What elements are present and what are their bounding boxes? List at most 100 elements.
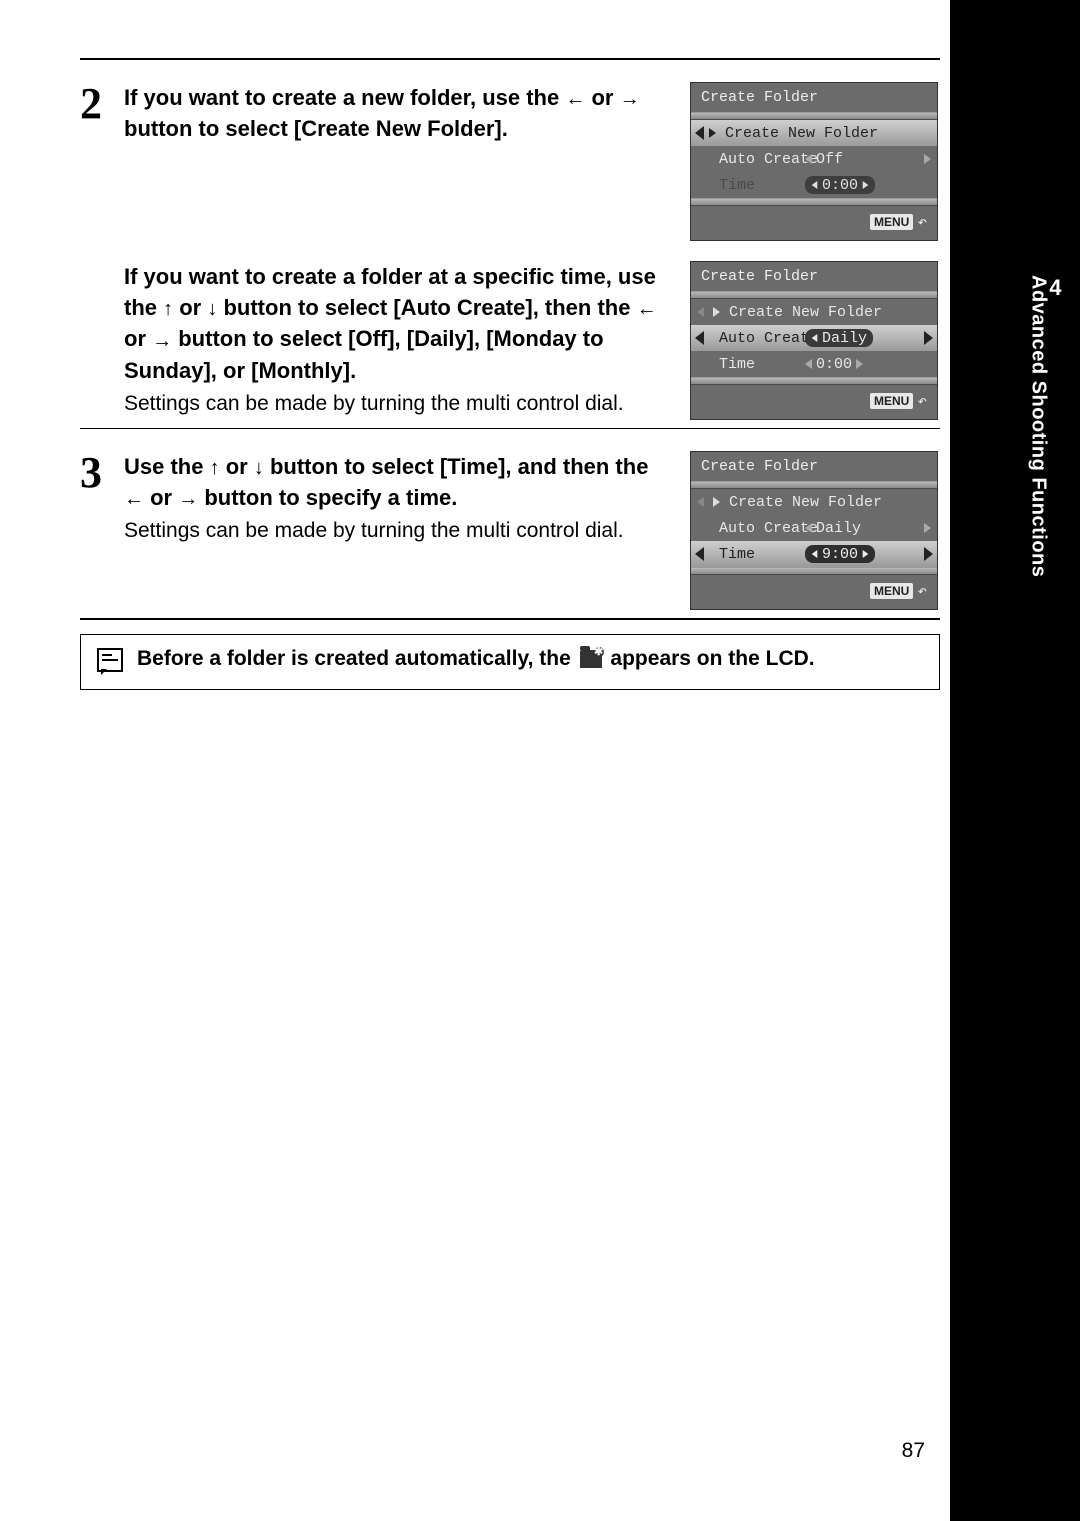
- step-number: 3: [80, 451, 124, 495]
- cam-bar: [691, 112, 937, 120]
- left-nav-icon: [695, 126, 704, 140]
- right-arrow-icon: →: [152, 331, 172, 351]
- auto-pill: Daily: [805, 329, 873, 347]
- left-nav-icon: [695, 547, 704, 561]
- cam-bar: [691, 198, 937, 206]
- cam-title: Create Folder: [691, 83, 937, 112]
- step-body: If you want to create a new folder, use …: [124, 82, 690, 144]
- chapter-tab: 4 Advanced Shooting Functions: [1026, 275, 1062, 577]
- time-label: Time: [695, 546, 805, 563]
- time-label: Time: [695, 356, 805, 373]
- pill-left-icon: [812, 550, 818, 558]
- cam-bar: [691, 377, 937, 385]
- screenshot-3: Create Folder Create New Folder Auto Cre…: [690, 451, 940, 610]
- step-3-note: Settings can be made by turning the mult…: [124, 517, 672, 546]
- undo-icon: ↶: [917, 212, 927, 232]
- page-number: 87: [902, 1439, 925, 1463]
- step-2: 2 If you want to create a new folder, us…: [80, 60, 940, 249]
- step-2-note: Settings can be made by turning the mult…: [124, 390, 672, 419]
- time-value: 0:00: [822, 177, 858, 194]
- row-auto: Auto Create Daily: [691, 325, 937, 351]
- manual-page: 4 Advanced Shooting Functions 2 If you w…: [0, 0, 1080, 1521]
- create-new-label: Create New Folder: [695, 125, 931, 142]
- row-time: Time 0:00: [691, 172, 937, 198]
- left-icon: [805, 523, 812, 533]
- undo-icon: ↶: [917, 391, 927, 411]
- step-body: If you want to create a folder at a spec…: [124, 261, 690, 420]
- cam-bar: [691, 481, 937, 489]
- divider: [80, 618, 940, 620]
- menu-row: MENU ↶: [691, 385, 937, 413]
- auto-value: Daily: [822, 330, 867, 347]
- auto-label: Auto Create: [695, 330, 805, 347]
- cursor-icon: [713, 307, 720, 317]
- cursor-icon: [713, 497, 720, 507]
- row-create-new: Create New Folder: [691, 120, 937, 146]
- down-arrow-icon: ↓: [254, 458, 264, 478]
- time-pill: 9:00: [805, 545, 875, 563]
- right-icon: [924, 154, 931, 164]
- step-3: 3 Use the ↑ or ↓ button to select [Time]…: [80, 429, 940, 618]
- right-icon: [856, 359, 863, 369]
- right-nav-icon: [924, 331, 933, 345]
- undo-icon: ↶: [917, 581, 927, 601]
- screenshot-1: Create Folder Create New Folder Auto Cre…: [690, 82, 940, 241]
- cam-screen-2: Create Folder Create New Folder Auto Cre…: [690, 261, 938, 420]
- step-3-para: Use the ↑ or ↓ button to select [Time], …: [124, 451, 672, 513]
- row-auto: Auto Create Off: [691, 146, 937, 172]
- left-icon: [805, 154, 812, 164]
- right-icon: [924, 523, 931, 533]
- right-nav-icon: [924, 547, 933, 561]
- step-number: 2: [80, 82, 124, 126]
- left-arrow-icon: ←: [124, 489, 144, 509]
- cursor-icon: [709, 128, 716, 138]
- auto-value: Off: [812, 151, 847, 168]
- auto-label: Auto Create: [695, 151, 805, 168]
- time-value: 9:00: [822, 546, 858, 563]
- down-arrow-icon: ↓: [207, 299, 217, 319]
- cam-bar: [691, 291, 937, 299]
- create-new-label: Create New Folder: [695, 304, 931, 321]
- up-arrow-icon: ↑: [163, 299, 173, 319]
- menu-row: MENU ↶: [691, 206, 937, 234]
- time-value: 0:00: [812, 356, 856, 373]
- auto-value: Daily: [812, 520, 865, 537]
- pill-right-icon: [863, 550, 869, 558]
- up-arrow-icon: ↑: [210, 458, 220, 478]
- time-label: Time: [695, 177, 805, 194]
- content-area: 2 If you want to create a new folder, us…: [80, 58, 940, 690]
- cam-title: Create Folder: [691, 452, 937, 481]
- menu-label: MENU: [870, 393, 913, 409]
- left-arrow-icon: ←: [637, 299, 657, 319]
- pill-left-icon: [812, 181, 818, 189]
- note-icon: [95, 647, 125, 677]
- step-2-sub: If you want to create a folder at a spec…: [80, 249, 940, 428]
- row-create-new: Create New Folder: [691, 489, 937, 515]
- menu-label: MENU: [870, 583, 913, 599]
- cam-bar: [691, 567, 937, 575]
- step-2-para-2: If you want to create a folder at a spec…: [124, 261, 672, 386]
- chapter-title: Advanced Shooting Functions: [1027, 275, 1049, 577]
- cam-title: Create Folder: [691, 262, 937, 291]
- screenshot-2: Create Folder Create New Folder Auto Cre…: [690, 261, 940, 420]
- pill-left-icon: [812, 334, 818, 342]
- menu-label: MENU: [870, 214, 913, 230]
- side-strip: 4 Advanced Shooting Functions: [950, 0, 1080, 1521]
- folder-new-icon: [580, 650, 602, 668]
- row-auto: Auto Create Daily: [691, 515, 937, 541]
- row-time: Time 9:00: [691, 541, 937, 567]
- chapter-number: 4: [1049, 275, 1062, 301]
- cam-screen-3: Create Folder Create New Folder Auto Cre…: [690, 451, 938, 610]
- step-body: Use the ↑ or ↓ button to select [Time], …: [124, 451, 690, 546]
- left-icon: [697, 307, 704, 317]
- right-arrow-icon: →: [178, 489, 198, 509]
- step-2-para-1: If you want to create a new folder, use …: [124, 82, 672, 144]
- left-icon: [805, 359, 812, 369]
- auto-label: Auto Create: [695, 520, 805, 537]
- right-arrow-icon: →: [620, 89, 640, 109]
- create-new-label: Create New Folder: [695, 494, 931, 511]
- row-time: Time 0:00: [691, 351, 937, 377]
- pill-right-icon: [863, 181, 869, 189]
- note-text: Before a folder is created automatically…: [137, 645, 815, 673]
- left-nav-icon: [695, 331, 704, 345]
